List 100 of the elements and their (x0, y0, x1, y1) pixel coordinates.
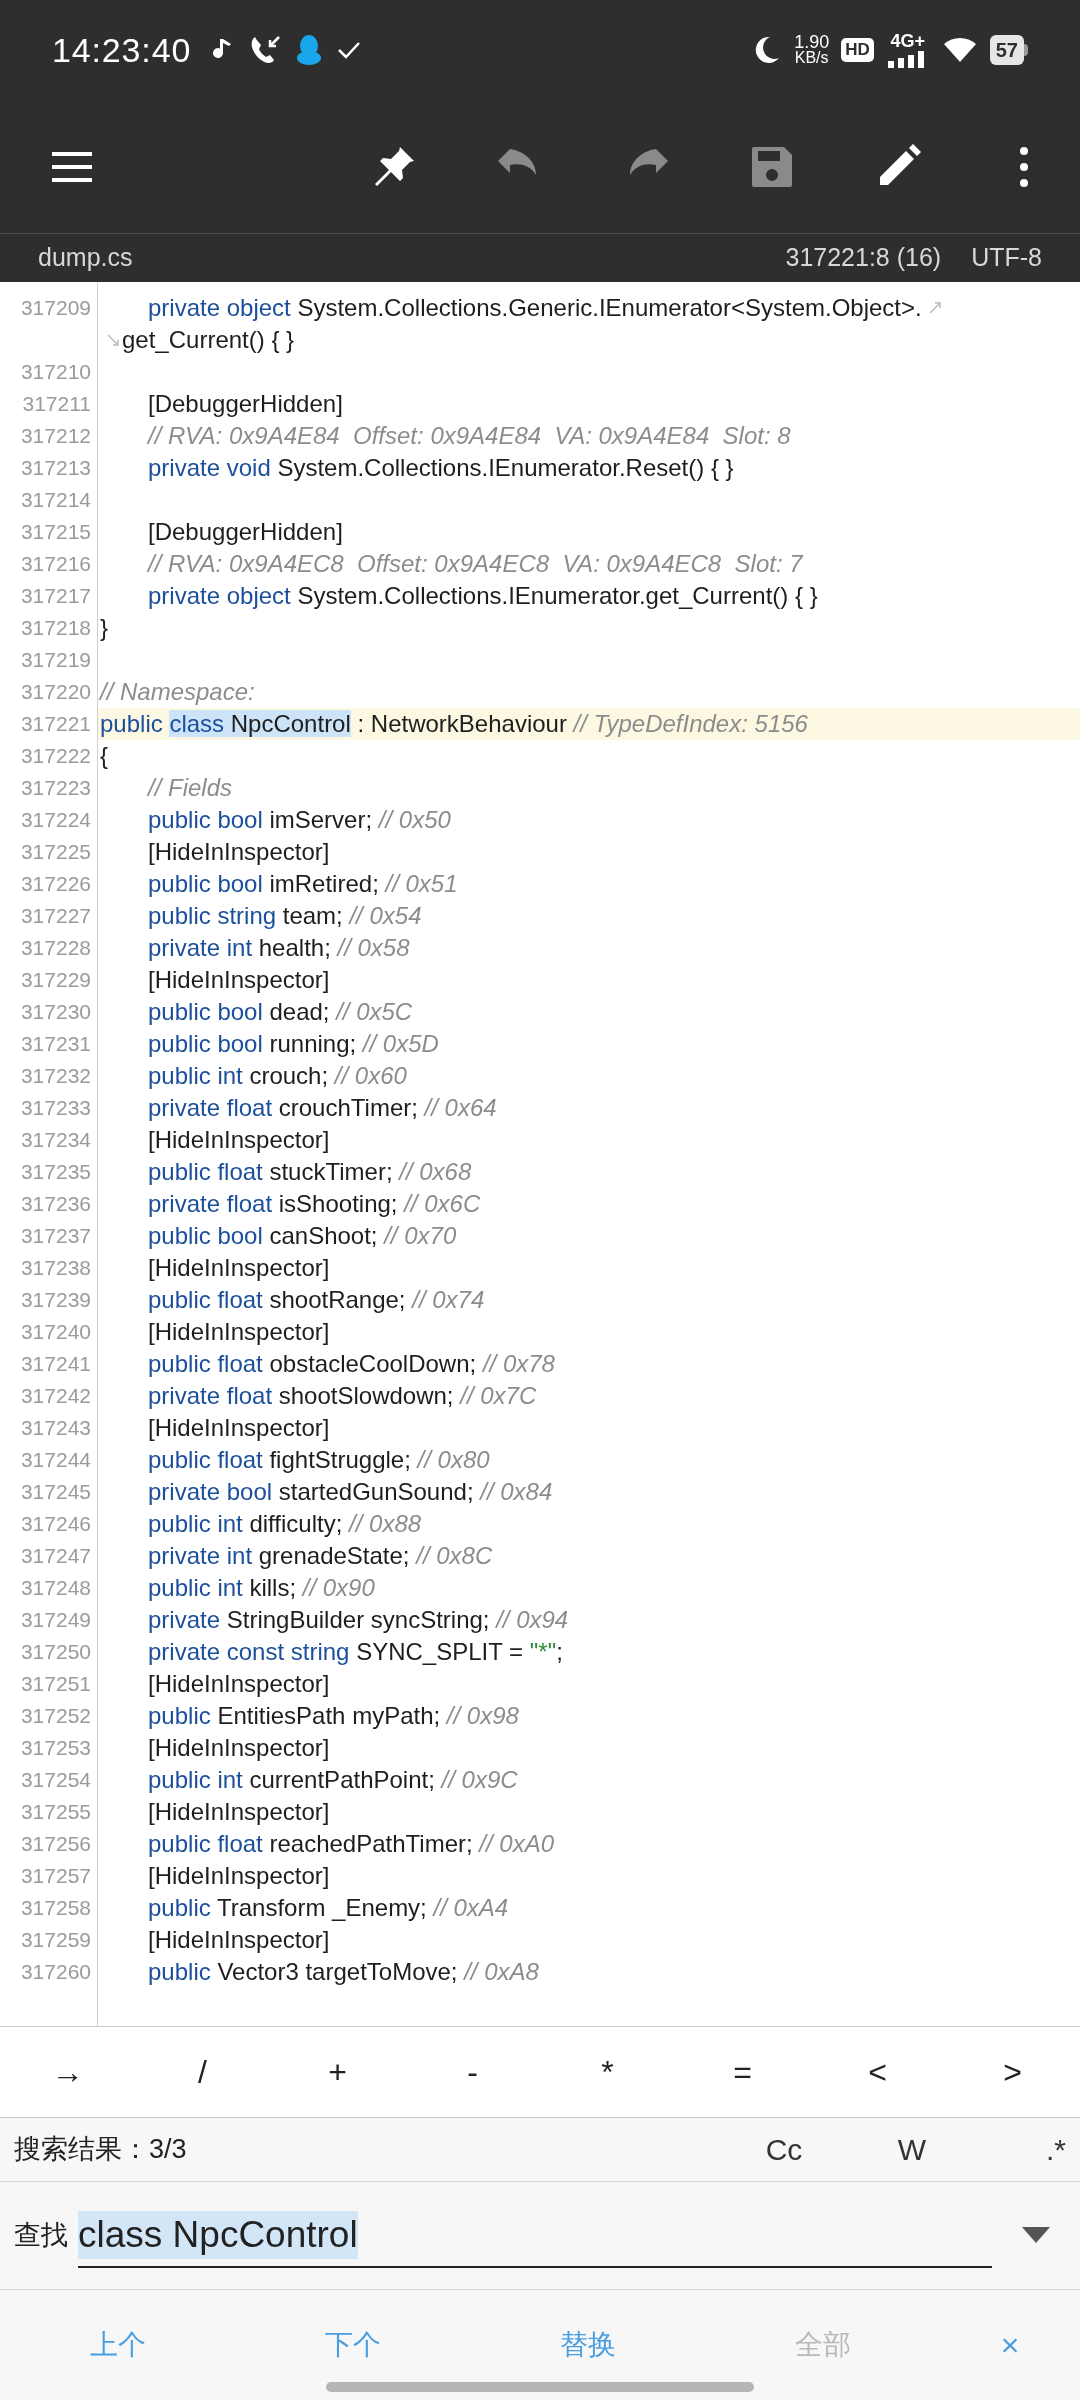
code-line: private StringBuilder syncString; // 0x94 (148, 1605, 569, 1635)
line-number: 317217 (19, 583, 91, 609)
line-number: 317239 (19, 1287, 91, 1313)
code-line: [HideInInspector] (148, 1861, 330, 1891)
line-number: 317260 (19, 1959, 91, 1985)
line-number: 317221 (19, 711, 91, 737)
code-line: get_Current() { } (122, 325, 295, 355)
battery-level: 57 (989, 35, 1024, 65)
network-speed: 1.90 (794, 34, 830, 50)
code-line: private object System.Collections.IEnumerator.get_Current() { } (148, 581, 818, 611)
code-line: // RVA: 0x9A4EC8 Offset: 0x9A4EC8 VA: 0x9A4EC8 Slot: 7 (148, 549, 803, 579)
line-number: 317219 (19, 647, 91, 673)
code-line: public float obstacleCoolDown; // 0x78 (148, 1349, 555, 1379)
line-number: 317232 (19, 1063, 91, 1089)
code-line: public int currentPathPoint; // 0x9C (148, 1765, 518, 1795)
line-number: 317254 (19, 1767, 91, 1793)
symbol-key[interactable]: + (270, 2027, 405, 2117)
wrap-icon (927, 301, 942, 315)
line-number: 317245 (19, 1479, 91, 1505)
code-line: private float crouchTimer; // 0x64 (148, 1093, 497, 1123)
line-number: 317214 (19, 487, 91, 513)
symbol-key[interactable]: > (945, 2027, 1080, 2117)
wifi-icon (941, 36, 978, 64)
code-line: private float shootSlowdown; // 0x7C (148, 1381, 537, 1411)
hd-badge: HD (841, 38, 874, 62)
line-number: 317227 (19, 903, 91, 929)
symbol-key[interactable]: * (540, 2027, 675, 2117)
code-line: [HideInInspector] (148, 1925, 330, 1955)
code-line: private const string SYNC_SPLIT = "*"; (148, 1637, 563, 1667)
line-number: 317237 (19, 1223, 91, 1249)
search-result-count: 搜索结果：3/3 (14, 2133, 187, 2167)
file-name: dump.cs (38, 242, 133, 274)
line-number: 317228 (19, 935, 91, 961)
code-line: private void System.Collections.IEnumerator.Reset() { } (148, 453, 734, 483)
line-number: 317210 (19, 359, 91, 385)
code-line: public int difficulty; // 0x88 (148, 1509, 422, 1539)
line-number: 317243 (19, 1415, 91, 1441)
clock-time: 14:23:40 (52, 29, 192, 71)
network-type: 4G+ (890, 32, 925, 50)
code-line: public int crouch; // 0x60 (148, 1061, 407, 1091)
code-line: private int grenadeState; // 0x8C (148, 1541, 493, 1571)
code-line: private int health; // 0x58 (148, 933, 410, 963)
code-line: public float shootRange; // 0x74 (148, 1285, 485, 1315)
code-line: [HideInInspector] (148, 1797, 330, 1827)
line-number: 317236 (19, 1191, 91, 1217)
code-line: public bool running; // 0x5D (148, 1029, 439, 1059)
line-number: 317250 (19, 1639, 91, 1665)
speed-unit: KB/s (794, 50, 829, 66)
code-line: // Namespace: (100, 677, 255, 707)
code-line: private bool startedGunSound; // 0x84 (148, 1477, 553, 1507)
code-line: [HideInInspector] (148, 965, 330, 995)
code-line: public float stuckTimer; // 0x68 (148, 1157, 472, 1187)
line-number: 317251 (19, 1671, 91, 1697)
code-line: public EntitiesPath myPath; // 0x98 (148, 1701, 519, 1731)
find-input-field[interactable]: class NpcControl (78, 2203, 992, 2268)
search-option-toggle[interactable]: Cc (720, 2127, 848, 2172)
code-line: // Fields (148, 773, 233, 803)
line-number: 317234 (19, 1127, 91, 1153)
line-number: 317241 (19, 1351, 91, 1377)
symbol-key[interactable]: / (135, 2027, 270, 2117)
check-icon (337, 40, 362, 60)
code-line: { (100, 741, 108, 771)
code-line: public bool imRetired; // 0x51 (148, 869, 458, 899)
symbol-key[interactable]: = (675, 2027, 810, 2117)
symbol-key[interactable]: - (405, 2027, 540, 2117)
symbol-key[interactable]: < (810, 2027, 945, 2117)
symbol-key[interactable]: → (0, 2027, 135, 2117)
line-number: 317244 (19, 1447, 91, 1473)
line-number: 317255 (19, 1799, 91, 1825)
code-line: public int kills; // 0x90 (148, 1573, 375, 1603)
line-number: 317222 (19, 743, 91, 769)
cursor-position: 317221:8 (16) (785, 242, 942, 274)
code-line: public bool imServer; // 0x50 (148, 805, 451, 835)
line-number: 317252 (19, 1703, 91, 1729)
wrap-icon (106, 333, 120, 347)
line-number: 317233 (19, 1095, 91, 1121)
code-line: [HideInInspector] (148, 1669, 330, 1699)
code-line: public float fightStruggle; // 0x80 (148, 1445, 490, 1475)
code-line: } (100, 613, 108, 643)
code-line: [DebuggerHidden] (148, 517, 343, 547)
line-number: 317218 (19, 615, 91, 641)
line-number: 317246 (19, 1511, 91, 1537)
code-line: [HideInInspector] (148, 1125, 330, 1155)
code-line: public Transform _Enemy; // 0xA4 (148, 1893, 509, 1923)
code-line: public string team; // 0x54 (148, 901, 422, 931)
code-line: private object System.Collections.Generic.IEnumerator<System.Object>. (148, 293, 922, 323)
line-number: 317209 (19, 295, 91, 321)
line-number: 317213 (19, 455, 91, 481)
line-number: 317249 (19, 1607, 91, 1633)
line-number: 317215 (19, 519, 91, 545)
line-number: 317226 (19, 871, 91, 897)
encoding-label: UTF-8 (971, 242, 1042, 274)
battery-tip (1024, 44, 1028, 56)
code-line: public float reachedPathTimer; // 0xA0 (148, 1829, 555, 1859)
search-option-toggle[interactable]: .* (976, 2127, 1066, 2172)
code-line: public Vector3 targetToMove; // 0xA8 (148, 1957, 539, 1987)
line-number: 317224 (19, 807, 91, 833)
code-line: // RVA: 0x9A4E84 Offset: 0x9A4E84 VA: 0x9A4E84 Slot: 8 (148, 421, 791, 451)
code-line: [DebuggerHidden] (148, 389, 343, 419)
search-option-toggle[interactable]: W (848, 2127, 976, 2172)
